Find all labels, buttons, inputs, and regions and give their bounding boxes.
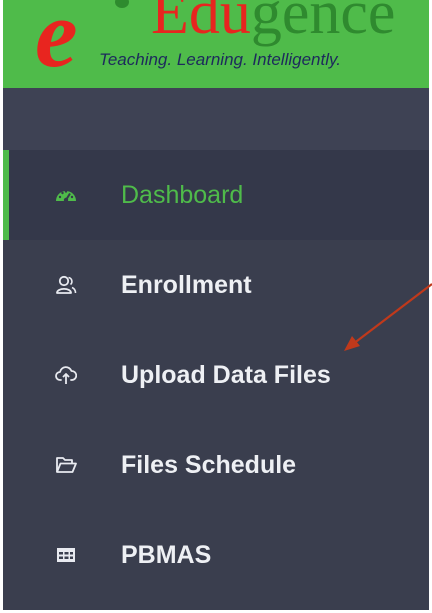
logo-header[interactable]: e Edugence Teaching. Learning. Intellige… (3, 0, 429, 88)
logo-letter-e: e (35, 0, 78, 87)
sidebar-item-label: Dashboard (121, 180, 244, 209)
users-icon (56, 275, 77, 294)
logo-dot (115, 0, 129, 8)
table-icon (57, 548, 75, 562)
logo-tagline: Teaching. Learning. Intelligently. (99, 50, 341, 69)
logo-word-red: Edu (151, 0, 251, 47)
sidebar-item-enrollment[interactable]: Enrollment (3, 240, 429, 330)
folder-open-icon (56, 457, 77, 473)
cloud-upload-icon (55, 366, 77, 384)
sidebar-item-label: Files Schedule (121, 450, 297, 479)
sidebar-item-label: Enrollment (121, 270, 252, 299)
sidebar-item-label: PBMAS (121, 540, 212, 569)
sidebar-top-spacer (3, 88, 429, 150)
sidebar-item-dashboard[interactable]: Dashboard (3, 150, 429, 240)
logo-word-green: gence (250, 0, 396, 47)
sidebar-item-files-schedule[interactable]: Files Schedule (3, 420, 429, 510)
logo-wordmark: Edugence (151, 0, 395, 44)
dashboard-icon (56, 190, 76, 203)
sidebar-item-upload-data-files[interactable]: Upload Data Files (3, 330, 429, 420)
sidebar-item-pbmas[interactable]: PBMAS (3, 510, 429, 600)
sidebar-frame: e Edugence Teaching. Learning. Intellige… (3, 0, 429, 610)
sidebar-item-label: Upload Data Files (121, 360, 331, 389)
sidebar-menu: Dashboard Enrollment Upload Data Files F… (3, 150, 429, 600)
